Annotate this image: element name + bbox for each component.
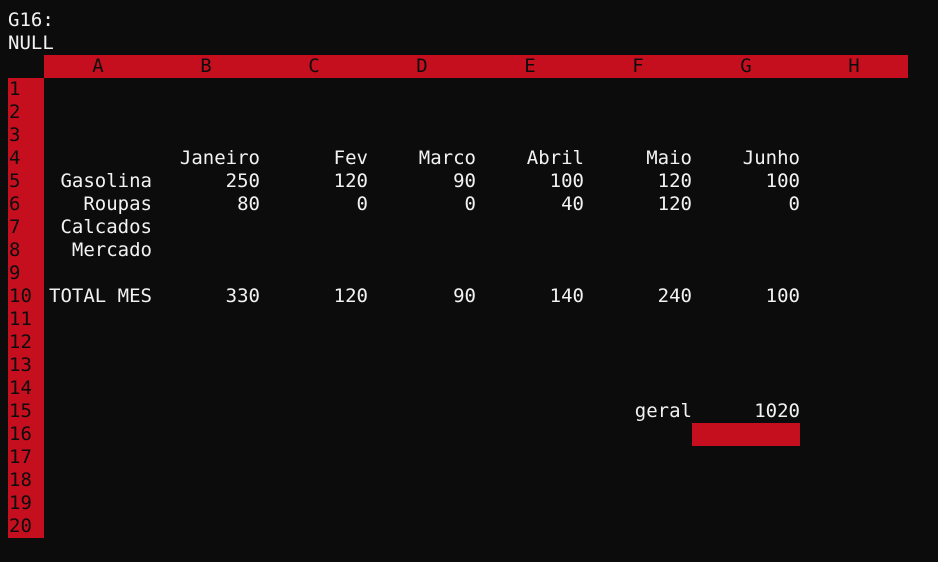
cell-d5[interactable]: 90 [368, 170, 476, 193]
cell-b5[interactable]: 250 [152, 170, 260, 193]
active-cell-reference: G16: [8, 9, 54, 31]
row-header[interactable]: 20 [8, 515, 44, 538]
row-header[interactable]: 2 [8, 101, 44, 124]
cell-c5[interactable]: 120 [260, 170, 368, 193]
row-header[interactable]: 3 [8, 124, 44, 147]
row-header[interactable]: 5 [8, 170, 44, 193]
row-header[interactable]: 12 [8, 331, 44, 354]
cell-g10[interactable]: 100 [692, 285, 800, 308]
column-header-g[interactable]: G [692, 55, 800, 78]
cell-g15[interactable]: 1020 [692, 400, 800, 423]
cell-f15[interactable]: geral [584, 400, 692, 423]
cell-a5[interactable]: Gasolina [44, 170, 152, 193]
cell-c6[interactable]: 0 [260, 193, 368, 216]
cell-d4[interactable]: Marco [368, 147, 476, 170]
row-header[interactable]: 19 [8, 492, 44, 515]
column-header-f[interactable]: F [584, 55, 692, 78]
cell-b4[interactable]: Janeiro [152, 147, 260, 170]
cell-g4[interactable]: Junho [692, 147, 800, 170]
cell-a6[interactable]: Roupas [44, 193, 152, 216]
cell-c4[interactable]: Fev [260, 147, 368, 170]
row-header-bar: 1 2 3 4 5 6 7 8 9 10 11 12 13 14 15 16 1… [8, 78, 44, 538]
cell-b6[interactable]: 80 [152, 193, 260, 216]
cell-f4[interactable]: Maio [584, 147, 692, 170]
row-header[interactable]: 16 [8, 423, 44, 446]
cell-e5[interactable]: 100 [476, 170, 584, 193]
row-header[interactable]: 4 [8, 147, 44, 170]
cell-d10[interactable]: 90 [368, 285, 476, 308]
cell-a7[interactable]: Calcados [44, 216, 152, 239]
cell-a10[interactable]: TOTAL MES [44, 285, 152, 308]
cell-f6[interactable]: 120 [584, 193, 692, 216]
row-header[interactable]: 10 [8, 285, 44, 308]
column-header-a[interactable]: A [44, 55, 152, 78]
row-header[interactable]: 14 [8, 377, 44, 400]
column-header-bar: A B C D E F G H [44, 55, 908, 78]
cell-f5[interactable]: 120 [584, 170, 692, 193]
column-header-c[interactable]: C [260, 55, 368, 78]
active-cell-value: NULL [8, 32, 54, 54]
row-header[interactable]: 11 [8, 308, 44, 331]
row-header[interactable]: 18 [8, 469, 44, 492]
column-header-h[interactable]: H [800, 55, 908, 78]
row-header[interactable]: 8 [8, 239, 44, 262]
cell-g5[interactable]: 100 [692, 170, 800, 193]
row-header[interactable]: 13 [8, 354, 44, 377]
row-header[interactable]: 7 [8, 216, 44, 239]
cell-e4[interactable]: Abril [476, 147, 584, 170]
active-cell-cursor[interactable] [692, 423, 800, 446]
cell-e10[interactable]: 140 [476, 285, 584, 308]
cell-a8[interactable]: Mercado [44, 239, 152, 262]
column-header-d[interactable]: D [368, 55, 476, 78]
cell-b10[interactable]: 330 [152, 285, 260, 308]
row-header[interactable]: 17 [8, 446, 44, 469]
cell-e6[interactable]: 40 [476, 193, 584, 216]
cell-g6[interactable]: 0 [692, 193, 800, 216]
cell-f10[interactable]: 240 [584, 285, 692, 308]
row-header[interactable]: 9 [8, 262, 44, 285]
cell-d6[interactable]: 0 [368, 193, 476, 216]
column-header-e[interactable]: E [476, 55, 584, 78]
row-header[interactable]: 1 [8, 78, 44, 101]
row-header[interactable]: 6 [8, 193, 44, 216]
column-header-b[interactable]: B [152, 55, 260, 78]
row-header[interactable]: 15 [8, 400, 44, 423]
cell-c10[interactable]: 120 [260, 285, 368, 308]
